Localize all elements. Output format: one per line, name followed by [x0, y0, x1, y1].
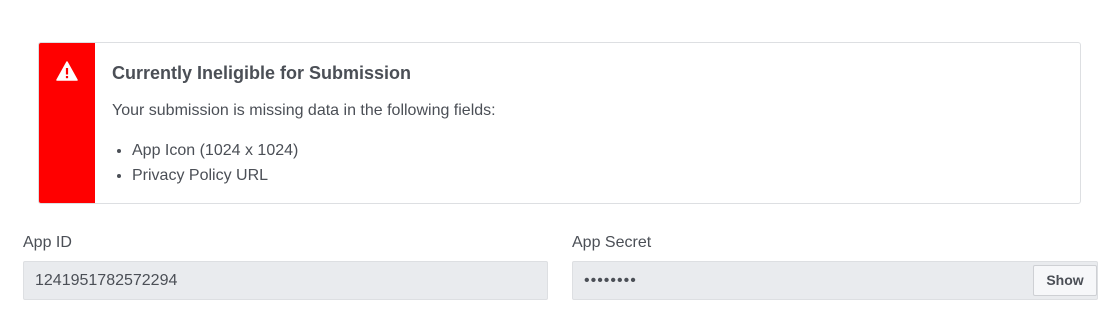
app-secret-field[interactable]: •••••••• Show [572, 261, 1098, 300]
list-item: Privacy Policy URL [132, 163, 1064, 188]
alert-body: Currently Ineligible for Submission Your… [112, 62, 1064, 188]
list-item: App Icon (1024 x 1024) [132, 138, 1064, 163]
show-secret-button[interactable]: Show [1033, 265, 1097, 296]
ineligible-alert: Currently Ineligible for Submission Your… [38, 42, 1081, 204]
alert-message: Your submission is missing data in the f… [112, 102, 496, 119]
app-id-label: App ID [23, 234, 72, 251]
missing-fields-list: App Icon (1024 x 1024) Privacy Policy UR… [112, 138, 1064, 188]
warning-triangle-icon [56, 61, 78, 81]
alert-title: Currently Ineligible for Submission [112, 63, 412, 83]
app-secret-label: App Secret [572, 234, 652, 251]
app-secret-masked-value: •••••••• [584, 272, 637, 289]
app-id-field[interactable]: 1241951782572294 [23, 261, 548, 300]
alert-accent-strip [39, 43, 95, 203]
app-id-value: 1241951782572294 [35, 272, 178, 289]
